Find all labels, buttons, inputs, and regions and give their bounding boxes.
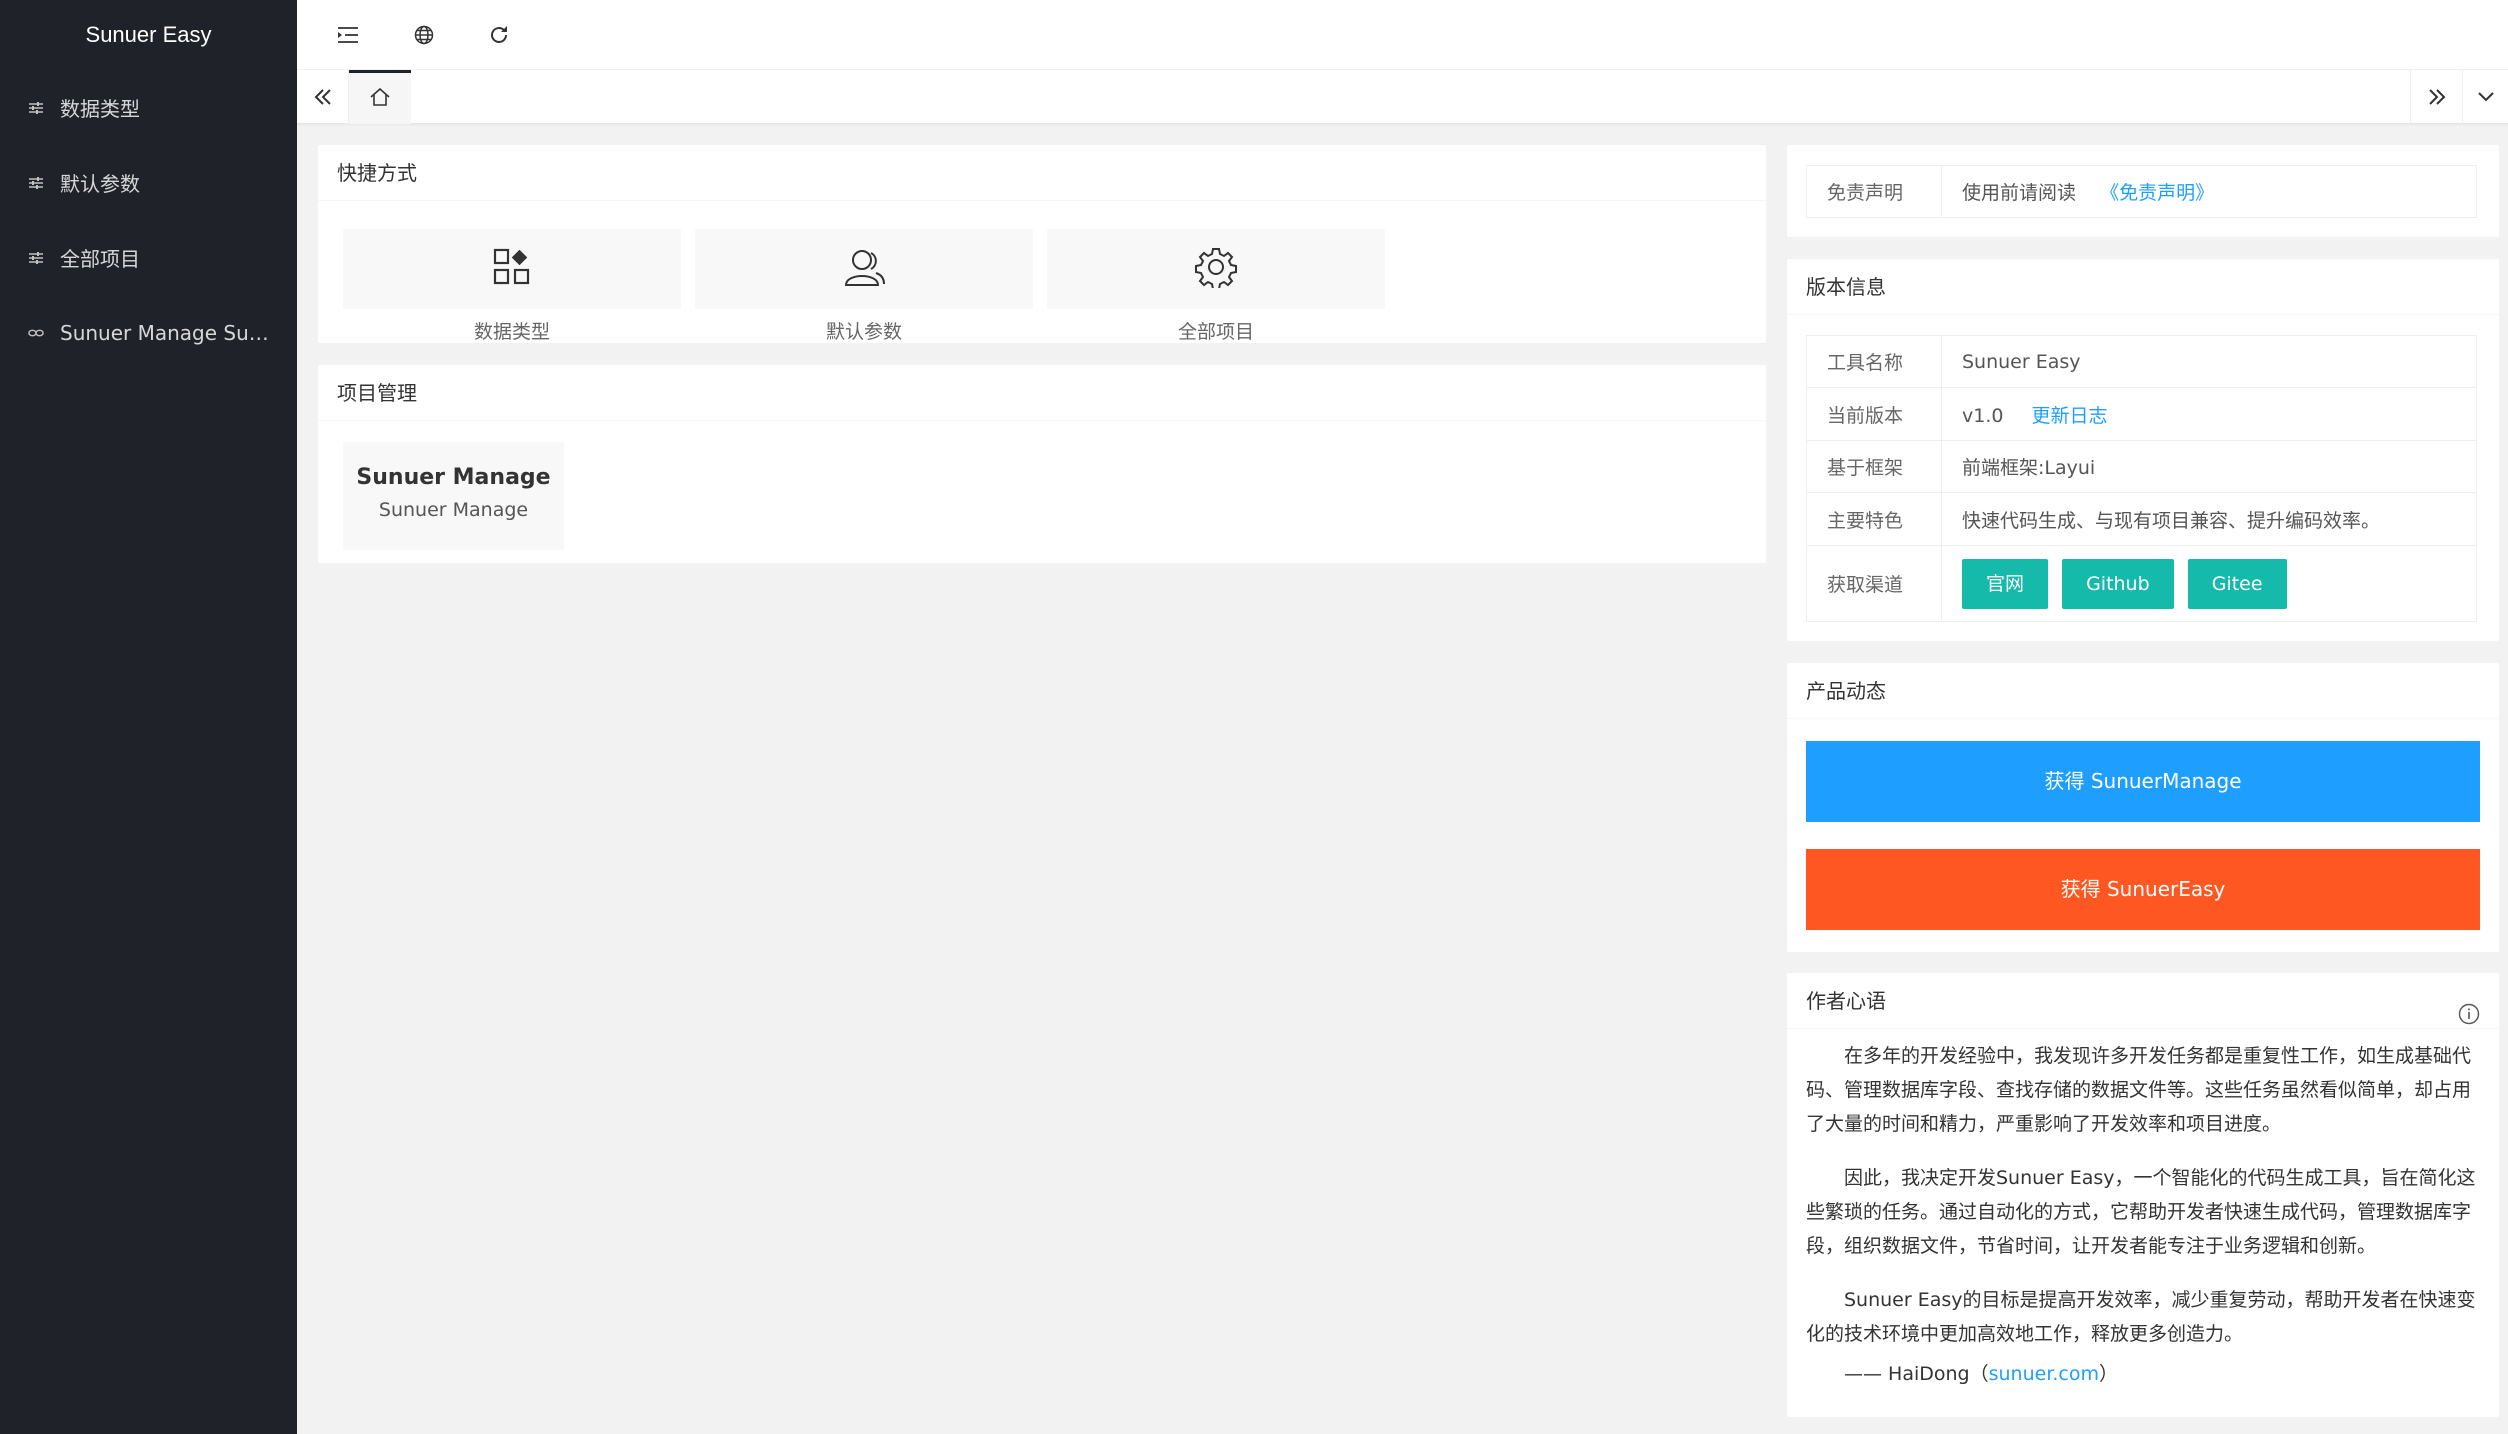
official-site-button[interactable]: 官网: [1962, 558, 2049, 609]
projects-title: 项目管理: [318, 365, 1766, 421]
disclaimer-link[interactable]: 《免责声明》: [2100, 182, 2214, 204]
tool-name-value: Sunuer Easy: [1941, 335, 2477, 388]
product-news-card: 产品动态 获得 SunuerManage 获得 SunuerEasy: [1787, 663, 2499, 952]
sliders-icon: [28, 175, 44, 191]
link-icon: [28, 325, 44, 341]
project-subtitle: Sunuer Manage: [378, 499, 529, 521]
framework-value: 前端框架:Layui: [1941, 440, 2477, 493]
sidebar-item-all-projects[interactable]: 全部项目: [0, 220, 297, 295]
sidebar-item-label: 默认参数: [60, 172, 140, 196]
shortcut-label: 全部项目: [1177, 321, 1254, 343]
version-value: v1.0: [1962, 404, 2004, 427]
shortcut-data-types[interactable]: 数据类型: [343, 229, 681, 344]
signature-text: —— HaiDong（: [1844, 1363, 1989, 1385]
tab-scroll-left-icon[interactable]: [297, 70, 349, 124]
tab-home[interactable]: [349, 70, 411, 124]
product-news-title: 产品动态: [1787, 663, 2499, 719]
tab-menu-chevron-down-icon[interactable]: [2462, 70, 2508, 124]
sidebar-item-label: 全部项目: [60, 247, 140, 271]
shortcuts-card: 快捷方式 数据类型 默认参数 全部项目: [318, 145, 1766, 343]
shortcuts-title: 快捷方式: [318, 145, 1766, 201]
author-title-text: 作者心语: [1806, 989, 1886, 1013]
shortcut-label: 默认参数: [825, 321, 902, 343]
author-paragraph: Sunuer Easy的目标是提高开发效率，减少重复劳动，帮助开发者在快速变化的…: [1806, 1289, 2476, 1345]
user-icon: [842, 247, 886, 291]
github-button[interactable]: Github: [2062, 558, 2174, 609]
disclaimer-card: 免责声明 使用前请阅读 《免责声明》: [1787, 145, 2499, 237]
sliders-icon: [28, 250, 44, 266]
sidebar: Sunuer Easy 数据类型 默认参数 全部项目 Sunuer Manage…: [0, 0, 297, 1434]
app-logo: Sunuer Easy: [85, 22, 212, 47]
refresh-icon[interactable]: [486, 22, 512, 48]
tab-scroll-right-icon[interactable]: [2410, 70, 2462, 124]
gear-icon: [1195, 246, 1237, 292]
features-value: 快速代码生成、与现有项目兼容、提升编码效率。: [1941, 492, 2477, 546]
author-card: 作者心语 在多年的开发经验中，我发现许多开发任务都是重复性工作，如生成基础代码、…: [1787, 973, 2499, 1417]
author-signature: —— HaiDong（sunuer.com）: [1806, 1357, 2480, 1391]
apps-icon: [492, 247, 532, 291]
changelog-link[interactable]: 更新日志: [2032, 405, 2108, 427]
sidebar-item-data-types[interactable]: 数据类型: [0, 70, 297, 145]
features-key: 主要特色: [1806, 492, 1942, 546]
project-title: Sunuer Manage: [356, 465, 551, 490]
home-icon: [369, 87, 391, 111]
author-title: 作者心语: [1787, 973, 2499, 1029]
disclaimer-text: 使用前请阅读: [1962, 182, 2077, 204]
project-item[interactable]: Sunuer Manage Sunuer Manage: [343, 442, 564, 550]
get-sunuer-manage-button[interactable]: 获得 SunuerManage: [1806, 741, 2480, 822]
signature-end: ）: [2099, 1363, 2119, 1385]
shortcut-label: 数据类型: [473, 321, 550, 343]
version-info-title: 版本信息: [1787, 259, 2499, 315]
sidebar-item-default-params[interactable]: 默认参数: [0, 145, 297, 220]
top-header: [297, 0, 2508, 70]
sidebar-item-label: 数据类型: [60, 97, 140, 121]
shortcut-default-params[interactable]: 默认参数: [695, 229, 1033, 344]
signature-link[interactable]: sunuer.com: [1989, 1363, 2099, 1385]
projects-card: 项目管理 Sunuer Manage Sunuer Manage: [318, 365, 1766, 563]
sliders-icon: [28, 100, 44, 116]
version-info-card: 版本信息 工具名称 Sunuer Easy 当前版本 v1.0 更新日志 基于框…: [1787, 259, 2499, 641]
channels-key: 获取渠道: [1806, 545, 1942, 622]
gitee-button[interactable]: Gitee: [2187, 558, 2287, 609]
sidebar-item-label: Sunuer Manage Sun...: [60, 320, 280, 345]
tool-name-key: 工具名称: [1806, 335, 1942, 388]
author-paragraph: 因此，我决定开发Sunuer Easy，一个智能化的代码生成工具，旨在简化这些繁…: [1806, 1167, 2476, 1257]
shortcut-all-projects[interactable]: 全部项目: [1047, 229, 1385, 344]
author-paragraph: 在多年的开发经验中，我发现许多开发任务都是重复性工作，如生成基础代码、管理数据库…: [1806, 1045, 2472, 1135]
sidebar-item-sunuer-manage[interactable]: Sunuer Manage Sun...: [0, 295, 297, 370]
tab-bar: [297, 70, 2508, 124]
menu-fold-icon[interactable]: [335, 22, 361, 48]
version-key: 当前版本: [1806, 387, 1942, 441]
disclaimer-key: 免责声明: [1806, 165, 1942, 218]
get-sunuer-easy-button[interactable]: 获得 SunuerEasy: [1806, 849, 2480, 930]
info-icon[interactable]: [2458, 990, 2480, 1046]
globe-icon[interactable]: [411, 22, 437, 48]
framework-key: 基于框架: [1806, 440, 1942, 493]
